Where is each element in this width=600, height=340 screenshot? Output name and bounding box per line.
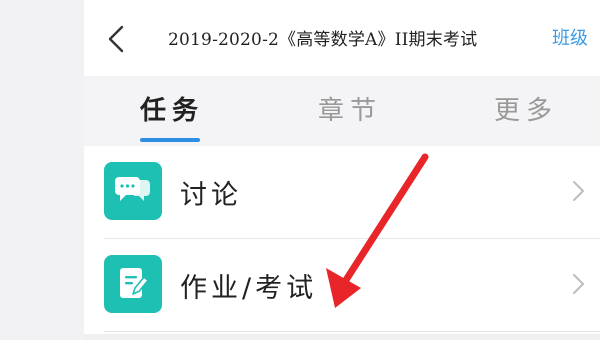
- chat-bubbles-icon: [115, 177, 150, 201]
- tab-more[interactable]: 更多: [494, 90, 558, 127]
- app-screen: 2019-2020-2《高等数学A》II期末考试 班级 任务 章节 更多 讨论: [84, 0, 600, 340]
- chevron-right-icon: [573, 181, 584, 201]
- discussion-icon-tile: [104, 162, 162, 220]
- list-item-label-discussion: 讨论: [180, 180, 242, 211]
- homework-icon-tile: [104, 255, 162, 313]
- class-link[interactable]: 班级: [552, 24, 588, 50]
- list-item-discussion[interactable]: 讨论: [84, 146, 600, 238]
- page-title: 2019-2020-2《高等数学A》II期末考试: [168, 30, 478, 50]
- active-tab-indicator: [140, 138, 200, 142]
- edit-document-icon: [120, 268, 149, 298]
- list-item-homework-exam[interactable]: 作业/考试: [84, 239, 600, 331]
- back-button[interactable]: [102, 22, 130, 56]
- list-item-label-homework-exam: 作业/考试: [180, 273, 318, 304]
- chevron-left-icon: [108, 25, 124, 53]
- tab-chapters[interactable]: 章节: [318, 90, 382, 127]
- tab-bar: 任务 章节 更多: [84, 76, 600, 146]
- tab-tasks[interactable]: 任务: [140, 90, 204, 127]
- chevron-right-icon: [573, 274, 584, 294]
- header-bar: 2019-2020-2《高等数学A》II期末考试 班级: [84, 0, 600, 76]
- bottom-spacer: [84, 334, 600, 340]
- list-divider: [104, 331, 600, 332]
- left-gutter: [0, 0, 84, 340]
